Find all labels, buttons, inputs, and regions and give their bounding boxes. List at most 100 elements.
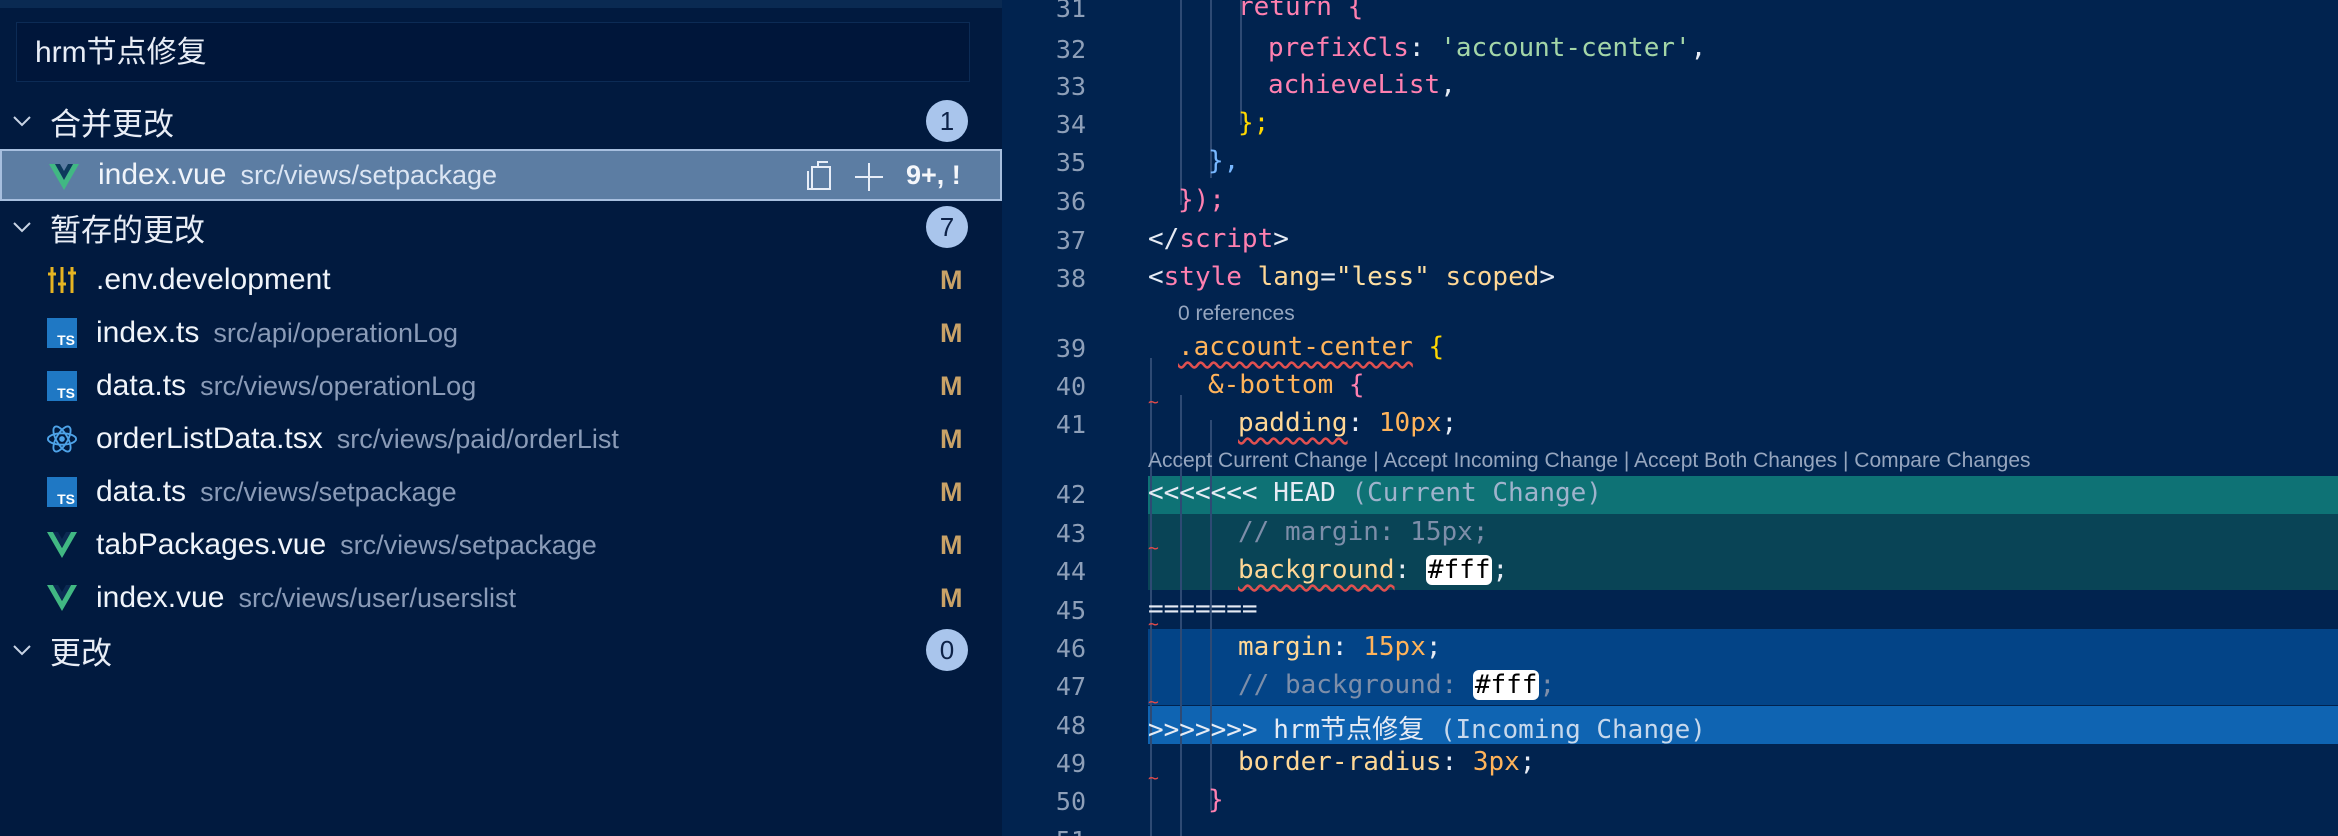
code-token: margin <box>1238 632 1332 662</box>
file-label: data.ts src/views/setpackage <box>96 475 457 509</box>
line-number: 42 <box>1055 480 1086 509</box>
staged-item[interactable]: .env.development M <box>0 254 1002 306</box>
code-line-50: } <box>1208 785 1224 815</box>
references-codelens[interactable]: 0 references <box>1178 302 1295 326</box>
commit-message-input[interactable]: hrm节点修复 <box>16 22 970 82</box>
error-squiggle-icon: ~ <box>1148 392 1159 413</box>
file-name: index.ts <box>96 316 200 349</box>
code-token: scoped <box>1445 262 1540 292</box>
line-number: 36 <box>1055 187 1086 216</box>
staged-item[interactable]: tabPackages.vue src/views/setpackage M <box>0 519 1002 571</box>
line-number: 48 <box>1055 711 1086 740</box>
code-token: }, <box>1208 146 1240 176</box>
conflict-marker: <<<<<<< HEAD <box>1148 478 1336 508</box>
status-badge: M <box>940 264 963 295</box>
code-token: 3px <box>1472 747 1520 777</box>
file-path: src/views/operationLog <box>200 371 477 401</box>
file-path: src/api/operationLog <box>213 318 459 348</box>
group-label: 合并更改 <box>50 106 174 142</box>
group-changes[interactable]: 更改 0 <box>0 624 1002 676</box>
open-file-icon[interactable] <box>802 159 838 195</box>
count-badge: 7 <box>926 206 968 248</box>
code-line-35: }, <box>1208 146 1239 176</box>
panel-top-strip <box>0 0 1002 8</box>
stage-plus-icon[interactable] <box>852 160 886 194</box>
vue-icon <box>46 583 78 613</box>
chevron-down-icon[interactable] <box>10 109 34 133</box>
code-token: padding <box>1238 408 1348 438</box>
merge-conflict-actions[interactable]: Accept Current Change | Accept Incoming … <box>1148 449 2031 473</box>
group-label: 更改 <box>50 635 112 671</box>
conflict-separator: ======= <box>1148 594 1258 624</box>
row-actions <box>802 159 886 195</box>
conflict-note: (Incoming Change) <box>1439 715 1706 745</box>
status-badge: M <box>940 370 963 401</box>
group-merge-changes[interactable]: 合并更改 1 <box>0 95 1002 147</box>
file-label: .env.development <box>96 263 345 297</box>
chevron-down-icon[interactable] <box>10 215 34 239</box>
code-token: background <box>1238 555 1395 585</box>
line-number: 41 <box>1055 410 1086 439</box>
chevron-down-icon[interactable] <box>10 638 34 662</box>
code-line-47: // background: #fff; <box>1238 670 1556 700</box>
file-name: data.ts <box>96 475 187 508</box>
ts-badge-text: TS <box>57 491 75 507</box>
line-number: 38 <box>1055 264 1086 293</box>
line-number: 49 <box>1055 749 1086 778</box>
error-squiggle-icon: ~ <box>1148 768 1159 789</box>
count-badge: 1 <box>926 100 968 142</box>
group-staged-changes[interactable]: 暂存的更改 7 <box>0 201 1002 253</box>
code-line-45: ======= <box>1148 594 1258 624</box>
file-name: data.ts <box>96 369 187 402</box>
file-path: src/views/setpackage <box>200 477 457 507</box>
status-badge: M <box>940 423 963 454</box>
file-name: orderListData.tsx <box>96 422 323 455</box>
line-number: 37 <box>1055 226 1086 255</box>
staged-item[interactable]: index.vue src/views/user/userslist M <box>0 572 1002 624</box>
staged-item[interactable]: TS index.ts src/api/operationLog M <box>0 307 1002 359</box>
code-editor[interactable]: 31 32 33 34 35 36 37 38 39 40 41 42 43 4… <box>1002 0 2338 836</box>
code-line-42: <<<<<<< HEAD (Current Change) <box>1148 478 1602 508</box>
vue-icon <box>46 530 78 560</box>
staged-item[interactable]: TS data.ts src/views/operationLog M <box>0 360 1002 412</box>
code-token: style <box>1163 262 1242 292</box>
code-line-40: &-bottom { <box>1208 370 1365 400</box>
conflict-note: (Current Change) <box>1351 478 1602 508</box>
merge-item-index-vue[interactable]: index.vue src/views/setpackage 9+, ! <box>0 149 1002 201</box>
code-line-37: </script> <box>1148 224 1289 254</box>
conflict-status: 9+, ! <box>906 159 961 190</box>
settings-sliders-icon <box>46 265 78 295</box>
code-line-49: border-radius: 3px; <box>1238 747 1536 777</box>
file-label: orderListData.tsx src/views/paid/orderLis… <box>96 422 619 456</box>
code-token: return { <box>1238 0 1364 22</box>
line-number: 51 <box>1002 826 1086 836</box>
code-token: .account-center <box>1178 332 1413 362</box>
code-token: 10px <box>1378 408 1442 438</box>
code-line-44: background: #fff; <box>1238 555 1509 585</box>
line-number: 50 <box>1055 787 1086 816</box>
count-badge: 0 <box>926 629 968 671</box>
code-line-41: padding: 10px; <box>1238 408 1458 438</box>
line-number: 35 <box>1055 148 1086 177</box>
color-swatch-value: #fff <box>1472 670 1540 700</box>
file-path: src/views/paid/orderList <box>336 424 619 454</box>
source-control-panel: hrm节点修复 合并更改 1 index.vue src/views/setpac… <box>0 0 1002 836</box>
code-token: script <box>1179 224 1274 254</box>
file-label: index.vue src/views/user/userslist <box>96 581 516 615</box>
color-swatch-value: #fff <box>1425 555 1493 585</box>
code-token: }; <box>1238 108 1270 138</box>
line-number: 32 <box>1055 35 1086 64</box>
code-token: &-bottom <box>1208 370 1334 400</box>
line-number: 31 <box>1055 0 1086 23</box>
typescript-icon: TS <box>46 477 78 507</box>
file-label: data.ts src/views/operationLog <box>96 369 476 403</box>
code-line-38: <style lang="less" scoped> <box>1148 262 1556 292</box>
staged-item[interactable]: TS data.ts src/views/setpackage M <box>0 466 1002 518</box>
line-number: 44 <box>1055 557 1086 586</box>
staged-item[interactable]: orderListData.tsx src/views/paid/orderLis… <box>0 413 1002 465</box>
status-badge: M <box>940 476 963 507</box>
line-number: 34 <box>1055 110 1086 139</box>
file-label: tabPackages.vue src/views/setpackage <box>96 528 597 562</box>
line-number: 45 <box>1055 596 1086 625</box>
file-path: src/views/user/userslist <box>238 583 516 613</box>
